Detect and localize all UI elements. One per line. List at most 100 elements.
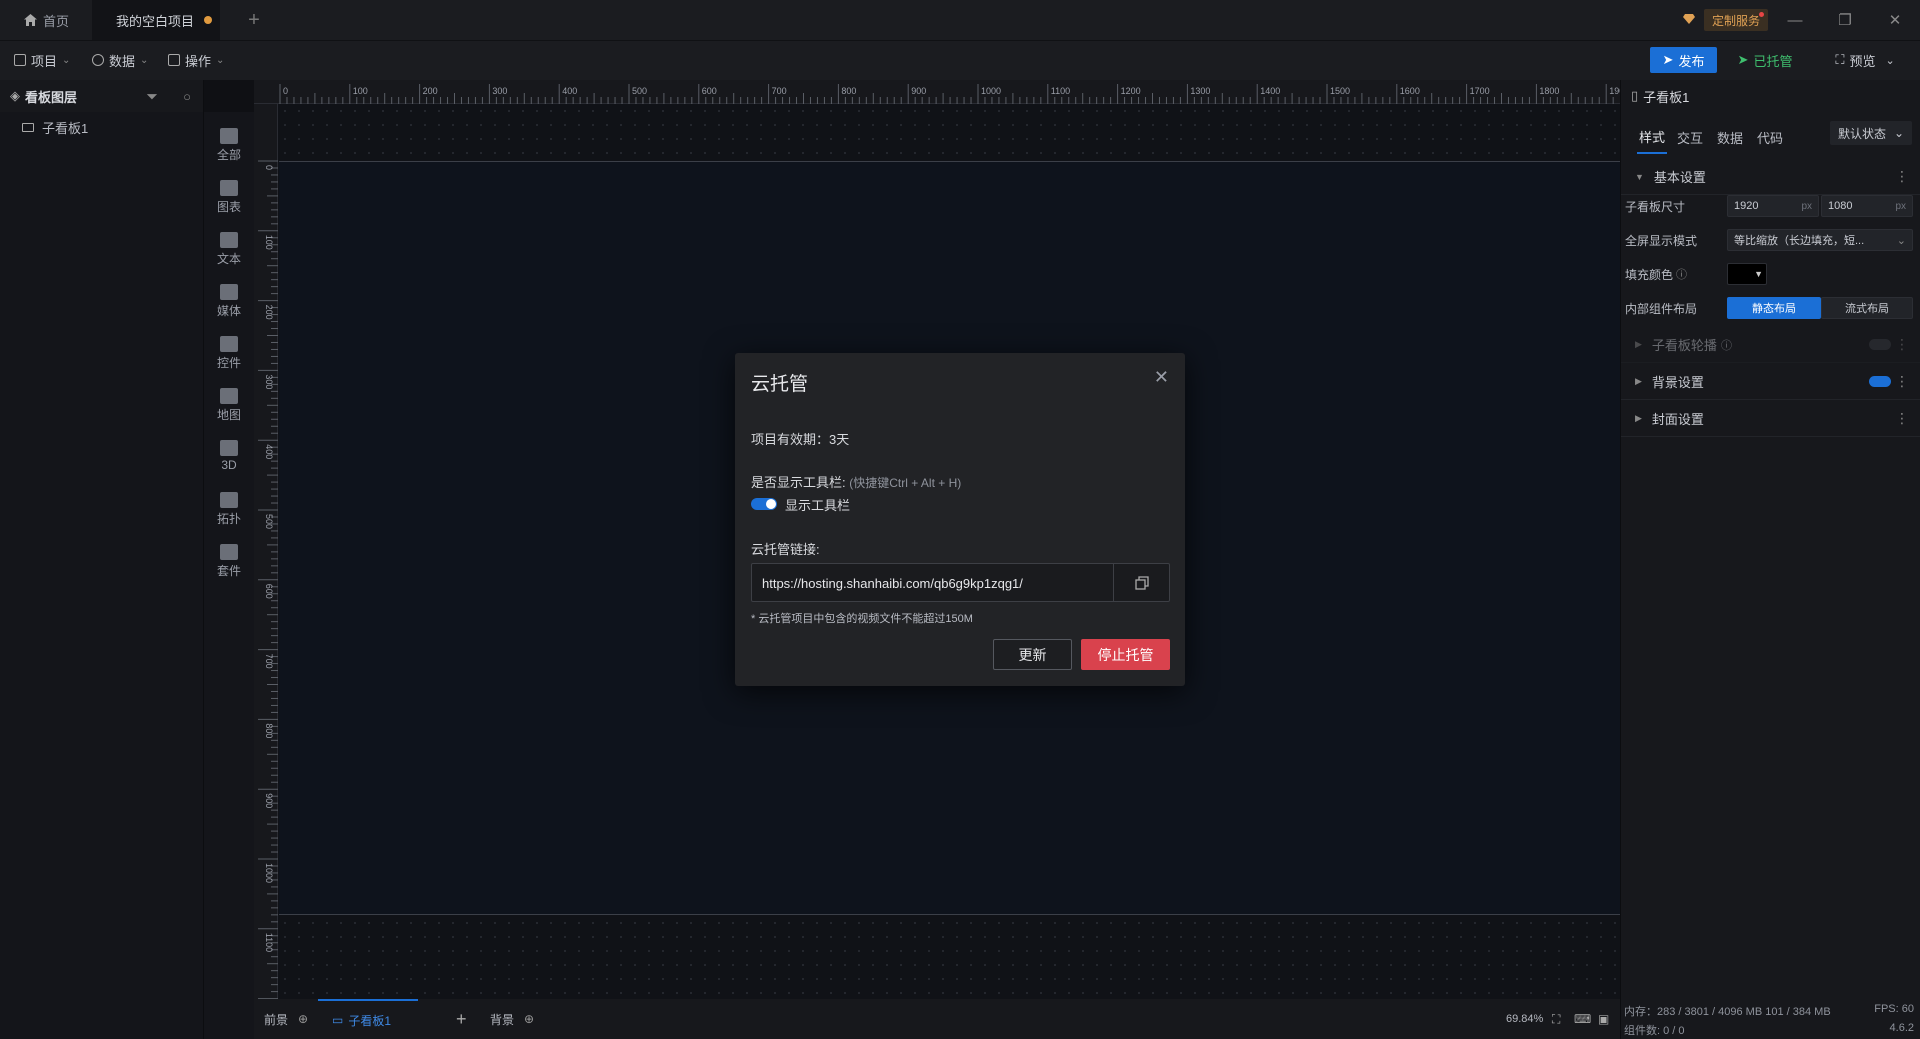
background-tab[interactable]: 背景 ⊕ (490, 999, 534, 1039)
grid-icon (168, 54, 180, 66)
section-basic[interactable]: ▼ 基本设置 ⋮ (1621, 159, 1920, 195)
tab-data[interactable]: 数据 (1717, 120, 1743, 154)
video-size-note: * 云托管项目中包含的视频文件不能超过150M (751, 613, 973, 625)
fit-screen-icon[interactable]: ⛶ (1552, 999, 1560, 1039)
add-tab-button[interactable]: + (244, 0, 264, 40)
tab-style[interactable]: 样式 (1637, 120, 1668, 154)
more-icon[interactable]: ⋮ (1895, 373, 1909, 390)
component-control[interactable]: 控件 (204, 336, 254, 371)
tab-interaction[interactable]: 交互 (1677, 120, 1703, 154)
tab-code[interactable]: 代码 (1757, 120, 1783, 154)
menu-data[interactable]: 数据 ⌄ (92, 41, 148, 79)
menu-project[interactable]: 项目 ⌄ (14, 41, 70, 79)
component-label: 控件 (216, 356, 241, 370)
terminal-icon[interactable]: ▣ (1598, 999, 1609, 1039)
close-window-button[interactable]: ✕ (1874, 0, 1916, 40)
foreground-label: 前景 (264, 1012, 289, 1027)
fill-color-label: 填充颜色 (1625, 267, 1674, 282)
component-chart[interactable]: 图表 (204, 180, 254, 215)
height-unit: px (1895, 200, 1906, 212)
component-topology[interactable]: 拓扑 (204, 492, 254, 527)
publish-button[interactable]: ➤ 发布 (1650, 47, 1717, 73)
send-icon: ➤ (1662, 52, 1674, 67)
section-background[interactable]: ▶ 背景设置 ⋮ (1621, 364, 1920, 400)
component-map[interactable]: 地图 (204, 388, 254, 423)
more-icon[interactable]: ⋮ (1895, 410, 1909, 427)
control-icon (220, 336, 238, 352)
grid-icon (220, 128, 238, 144)
component-media[interactable]: 媒体 (204, 284, 254, 319)
preview-button[interactable]: ⛶ 预览 ⌄ (1820, 47, 1910, 73)
properties-panel: ▯ 子看板1 样式 交互 数据 代码 默认状态 ⌄ ▼ 基本设置 ⋮ 子看板尺寸… (1620, 80, 1920, 1039)
board-tab[interactable]: ▭ 子看板1 (318, 999, 418, 1039)
validity-value: 3天 (829, 432, 850, 447)
database-icon (92, 54, 104, 66)
update-button[interactable]: 更新 (993, 639, 1072, 670)
component-3d[interactable]: 3D (204, 440, 254, 472)
restore-button[interactable]: ❐ (1824, 0, 1866, 40)
width-input[interactable]: 1920 px (1727, 195, 1819, 217)
tab-home[interactable]: 首页 (0, 0, 92, 40)
stop-hosting-button[interactable]: 停止托管 (1081, 639, 1170, 670)
properties-title-label: 子看板1 (1643, 89, 1690, 105)
fill-color-picker[interactable]: ▼ (1727, 263, 1767, 285)
foreground-tab[interactable]: 前景 ⊕ (264, 999, 308, 1039)
hosting-url-field[interactable]: https://hosting.shanhaibi.com/qb6g9kp1zq… (751, 563, 1170, 602)
background-label: 背景 (490, 1012, 515, 1027)
caret-right-icon: ▶ (1635, 376, 1642, 386)
color-swatch (1731, 267, 1749, 281)
fullscreen-icon: ⛶ (1835, 52, 1845, 67)
search-icon[interactable]: ○ (183, 89, 191, 105)
send-icon: ➤ (1737, 52, 1749, 67)
width-value: 1920 (1734, 200, 1759, 212)
copy-button[interactable] (1113, 564, 1169, 601)
help-icon: ⓘ (1676, 269, 1688, 281)
layer-item[interactable]: 子看板1 (0, 112, 203, 142)
add-circle-icon[interactable]: ⊕ (524, 1012, 534, 1026)
add-circle-icon[interactable]: ⊕ (298, 1012, 308, 1026)
component-text[interactable]: 文本 (204, 232, 254, 267)
ruler-top: 0 100 200 300 400 500 600 700 800 900 1000 1100 1200… (254, 80, 1629, 104)
background-toggle[interactable] (1869, 376, 1891, 387)
monitor-icon (22, 122, 34, 132)
show-toolbar-toggle[interactable] (751, 498, 777, 510)
state-select[interactable]: 默认状态 ⌄ (1830, 121, 1912, 145)
height-input[interactable]: 1080 px (1821, 195, 1913, 217)
media-icon (220, 284, 238, 300)
ruler-label: 1000 (264, 863, 274, 883)
carousel-toggle[interactable] (1869, 339, 1891, 350)
link-label: 云托管链接: (751, 542, 820, 557)
section-carousel[interactable]: ▶ 子看板轮播 ⓘ ⋮ (1621, 327, 1920, 363)
component-count: 组件数: 0 / 0 (1624, 1025, 1685, 1037)
custom-service-button[interactable]: 定制服务 (1704, 9, 1769, 31)
layout-flow-button[interactable]: 流式布局 (1821, 297, 1913, 319)
ruler-label: 800 (264, 723, 274, 738)
menu-operation[interactable]: 操作 ⌄ (168, 41, 224, 79)
component-sidebar: 全部 图表 文本 媒体 控件 地图 3D 拓扑 套件 (204, 112, 254, 1039)
layer-panel-title: 看板图层 (25, 89, 78, 105)
filter-icon[interactable]: ⏷ (147, 89, 157, 105)
more-icon[interactable]: ⋮ (1895, 336, 1909, 353)
layout-static-button[interactable]: 静态布局 (1727, 297, 1821, 319)
keyboard-icon[interactable]: ⌨ (1574, 999, 1591, 1039)
component-suite[interactable]: 套件 (204, 544, 254, 579)
ruler-left: 01002003004005006007008009001000110020 (254, 104, 278, 1013)
more-icon[interactable]: ⋮ (1895, 168, 1909, 185)
chevron-down-icon: ⌄ (216, 54, 225, 66)
hosting-url[interactable]: https://hosting.shanhaibi.com/qb6g9kp1zq… (762, 576, 1023, 591)
ruler-label: 200 (423, 86, 438, 96)
ruler-label: 1200 (1121, 86, 1141, 96)
hosted-button[interactable]: ➤ 已托管 (1726, 47, 1804, 73)
minimize-button[interactable]: — (1774, 0, 1816, 40)
component-label: 套件 (216, 564, 241, 578)
tab-project[interactable]: 我的空白项目 (92, 0, 220, 40)
ruler-label: 700 (264, 654, 274, 669)
section-cover[interactable]: ▶ 封面设置 ⋮ (1621, 401, 1920, 437)
zoom-level[interactable]: 69.84% (1506, 999, 1543, 1039)
ruler-label: 1500 (1330, 86, 1350, 96)
add-board-button[interactable]: + (456, 999, 467, 1039)
ruler-label: 1600 (1400, 86, 1420, 96)
close-icon[interactable]: ✕ (1154, 367, 1169, 388)
component-all[interactable]: 全部 (204, 128, 254, 163)
fullscreen-select[interactable]: 等比缩放（长边填充，短... ⌄ (1727, 229, 1913, 251)
